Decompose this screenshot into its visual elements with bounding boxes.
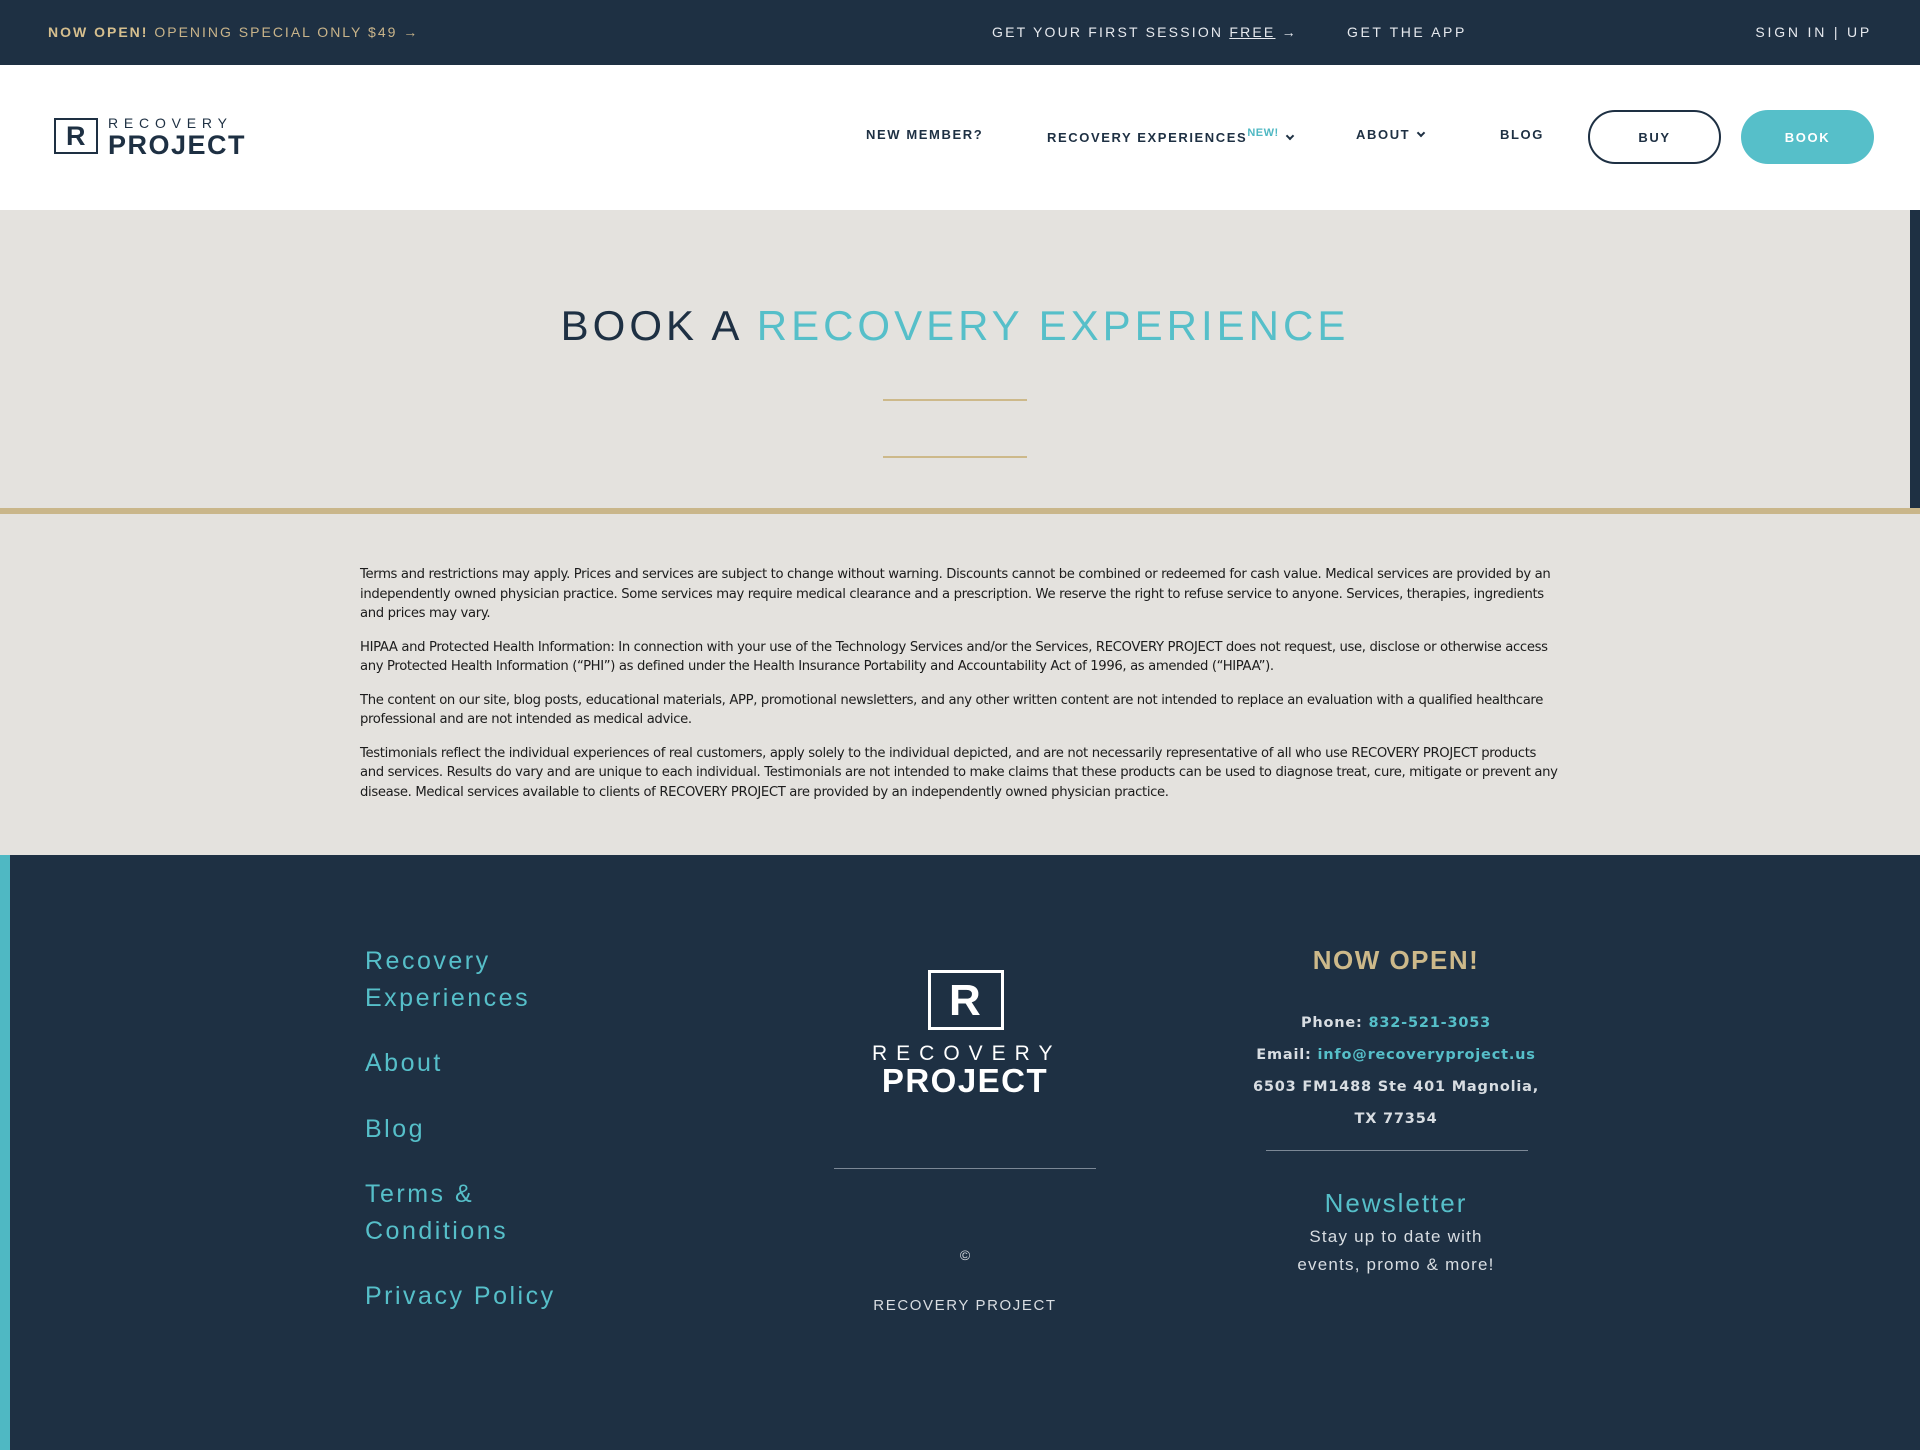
chevron-down-icon (1285, 131, 1294, 141)
arrow-right-icon: → (1281, 24, 1298, 40)
footer-link-label: Experiences (365, 984, 531, 1012)
announcement-bar: NOW OPEN! OPENING SPECIAL ONLY $49 → GET… (0, 0, 1920, 65)
book-button[interactable]: BOOK (1741, 110, 1874, 164)
footer-logo[interactable]: R RECOVERY PROJECT (872, 970, 1058, 1100)
footer-link-privacy[interactable]: Privacy Policy (365, 1278, 556, 1315)
logo-mark-letter: R (66, 121, 86, 151)
footer-logo-line-2: PROJECT (881, 1062, 1049, 1099)
page-title-accent: RECOVERY EXPERIENCE (756, 302, 1350, 349)
promo-text: OPENING SPECIAL ONLY $49 → (154, 24, 420, 40)
newsletter-subtext-line: Stay up to date with (1309, 1227, 1483, 1246)
opening-special-link[interactable]: NOW OPEN! OPENING SPECIAL ONLY $49 → (48, 24, 419, 40)
footer-link-about[interactable]: About (365, 1045, 443, 1082)
hero-section: BOOK A RECOVERY EXPERIENCE (0, 210, 1920, 508)
footer-link-recovery-experiences[interactable]: Recovery Experiences (365, 943, 530, 1017)
email-label: Email: (1256, 1047, 1312, 1063)
disclaimer-paragraph: Terms and restrictions may apply. Prices… (360, 567, 1551, 621)
now-open-heading: NOW OPEN! (1312, 945, 1480, 975)
disclaimer-section: Terms and restrictions may apply. Prices… (0, 514, 1920, 855)
divider (883, 399, 1027, 401)
disclaimer-paragraph: HIPAA and Protected Health Information: … (360, 639, 1548, 675)
nav-recovery-experiences[interactable]: RECOVERY EXPERIENCESNEW! (1047, 127, 1294, 145)
newsletter-subtext: Stay up to date with events, promo & mor… (1246, 1223, 1546, 1279)
buy-button[interactable]: BUY (1588, 110, 1721, 164)
footer-link-label: Conditions (365, 1217, 509, 1245)
phone-link[interactable]: 832-521-3053 (1369, 1015, 1492, 1031)
email-link[interactable]: info@recoveryproject.us (1318, 1047, 1536, 1063)
nav-about[interactable]: ABOUT (1356, 127, 1426, 142)
disclaimer-paragraph: The content on our site, blog posts, edu… (360, 692, 1543, 728)
logo-line-2: PROJECT (108, 130, 247, 160)
contact-email: Email: info@recoveryproject.us (1246, 1039, 1546, 1071)
footer-divider (1266, 1150, 1528, 1151)
footer-link-label: Terms & (365, 1180, 475, 1208)
site-logo[interactable]: R RECOVERY PROJECT (52, 115, 252, 160)
address-line-1: 6503 FM1488 Ste 401 Magnolia, (1252, 1079, 1540, 1095)
promo-bold: NOW OPEN! (48, 24, 149, 40)
page-title: BOOK A RECOVERY EXPERIENCE (0, 302, 1910, 350)
footer-link-terms[interactable]: Terms & Conditions (365, 1176, 508, 1250)
logo-mark-letter: R (949, 976, 981, 1025)
nav-new-member[interactable]: NEW MEMBER? (866, 127, 983, 142)
page-title-plain: BOOK A (560, 302, 742, 349)
accent-bar (0, 855, 10, 1450)
site-header: R RECOVERY PROJECT NEW MEMBER? RECOVERY … (0, 65, 1920, 210)
nav-recovery-experiences-label: RECOVERY EXPERIENCES (1047, 130, 1248, 145)
new-badge: NEW! (1247, 127, 1279, 139)
footer-link-label: Recovery (365, 947, 491, 975)
newsletter-subtext-line: events, promo & more! (1297, 1255, 1495, 1274)
copyright-symbol: © (959, 1247, 971, 1263)
logo-mark-icon: R (54, 118, 98, 154)
copyright-company: RECOVERY PROJECT (873, 1297, 1057, 1314)
scroll-bar[interactable] (1910, 210, 1920, 508)
address-line-2: TX 77354 (1354, 1111, 1438, 1127)
nav-blog[interactable]: BLOG (1500, 127, 1544, 142)
get-app-link[interactable]: GET THE APP (1347, 24, 1467, 40)
logo-mark-icon: R (928, 970, 1004, 1030)
phone-label: Phone: (1300, 1015, 1363, 1031)
disclaimer-paragraph: Testimonials reflect the individual expe… (360, 745, 1558, 800)
site-footer: Recovery Experiences About Blog Terms & … (0, 855, 1920, 1450)
first-session-text: GET YOUR FIRST SESSION (992, 24, 1224, 40)
first-session-link[interactable]: GET YOUR FIRST SESSION FREE → (992, 24, 1298, 40)
footer-divider (834, 1168, 1096, 1169)
divider (883, 456, 1027, 458)
contact-phone: Phone: 832-521-3053 (1246, 1007, 1546, 1039)
nav-about-label: ABOUT (1356, 127, 1411, 142)
chevron-down-icon (1416, 128, 1426, 138)
sign-in-link[interactable]: SIGN IN | UP (1755, 24, 1872, 40)
footer-link-blog[interactable]: Blog (365, 1111, 425, 1148)
newsletter-heading[interactable]: Newsletter (1246, 1188, 1546, 1219)
logo-line-1: RECOVERY (108, 115, 233, 131)
free-link[interactable]: FREE (1229, 24, 1275, 40)
